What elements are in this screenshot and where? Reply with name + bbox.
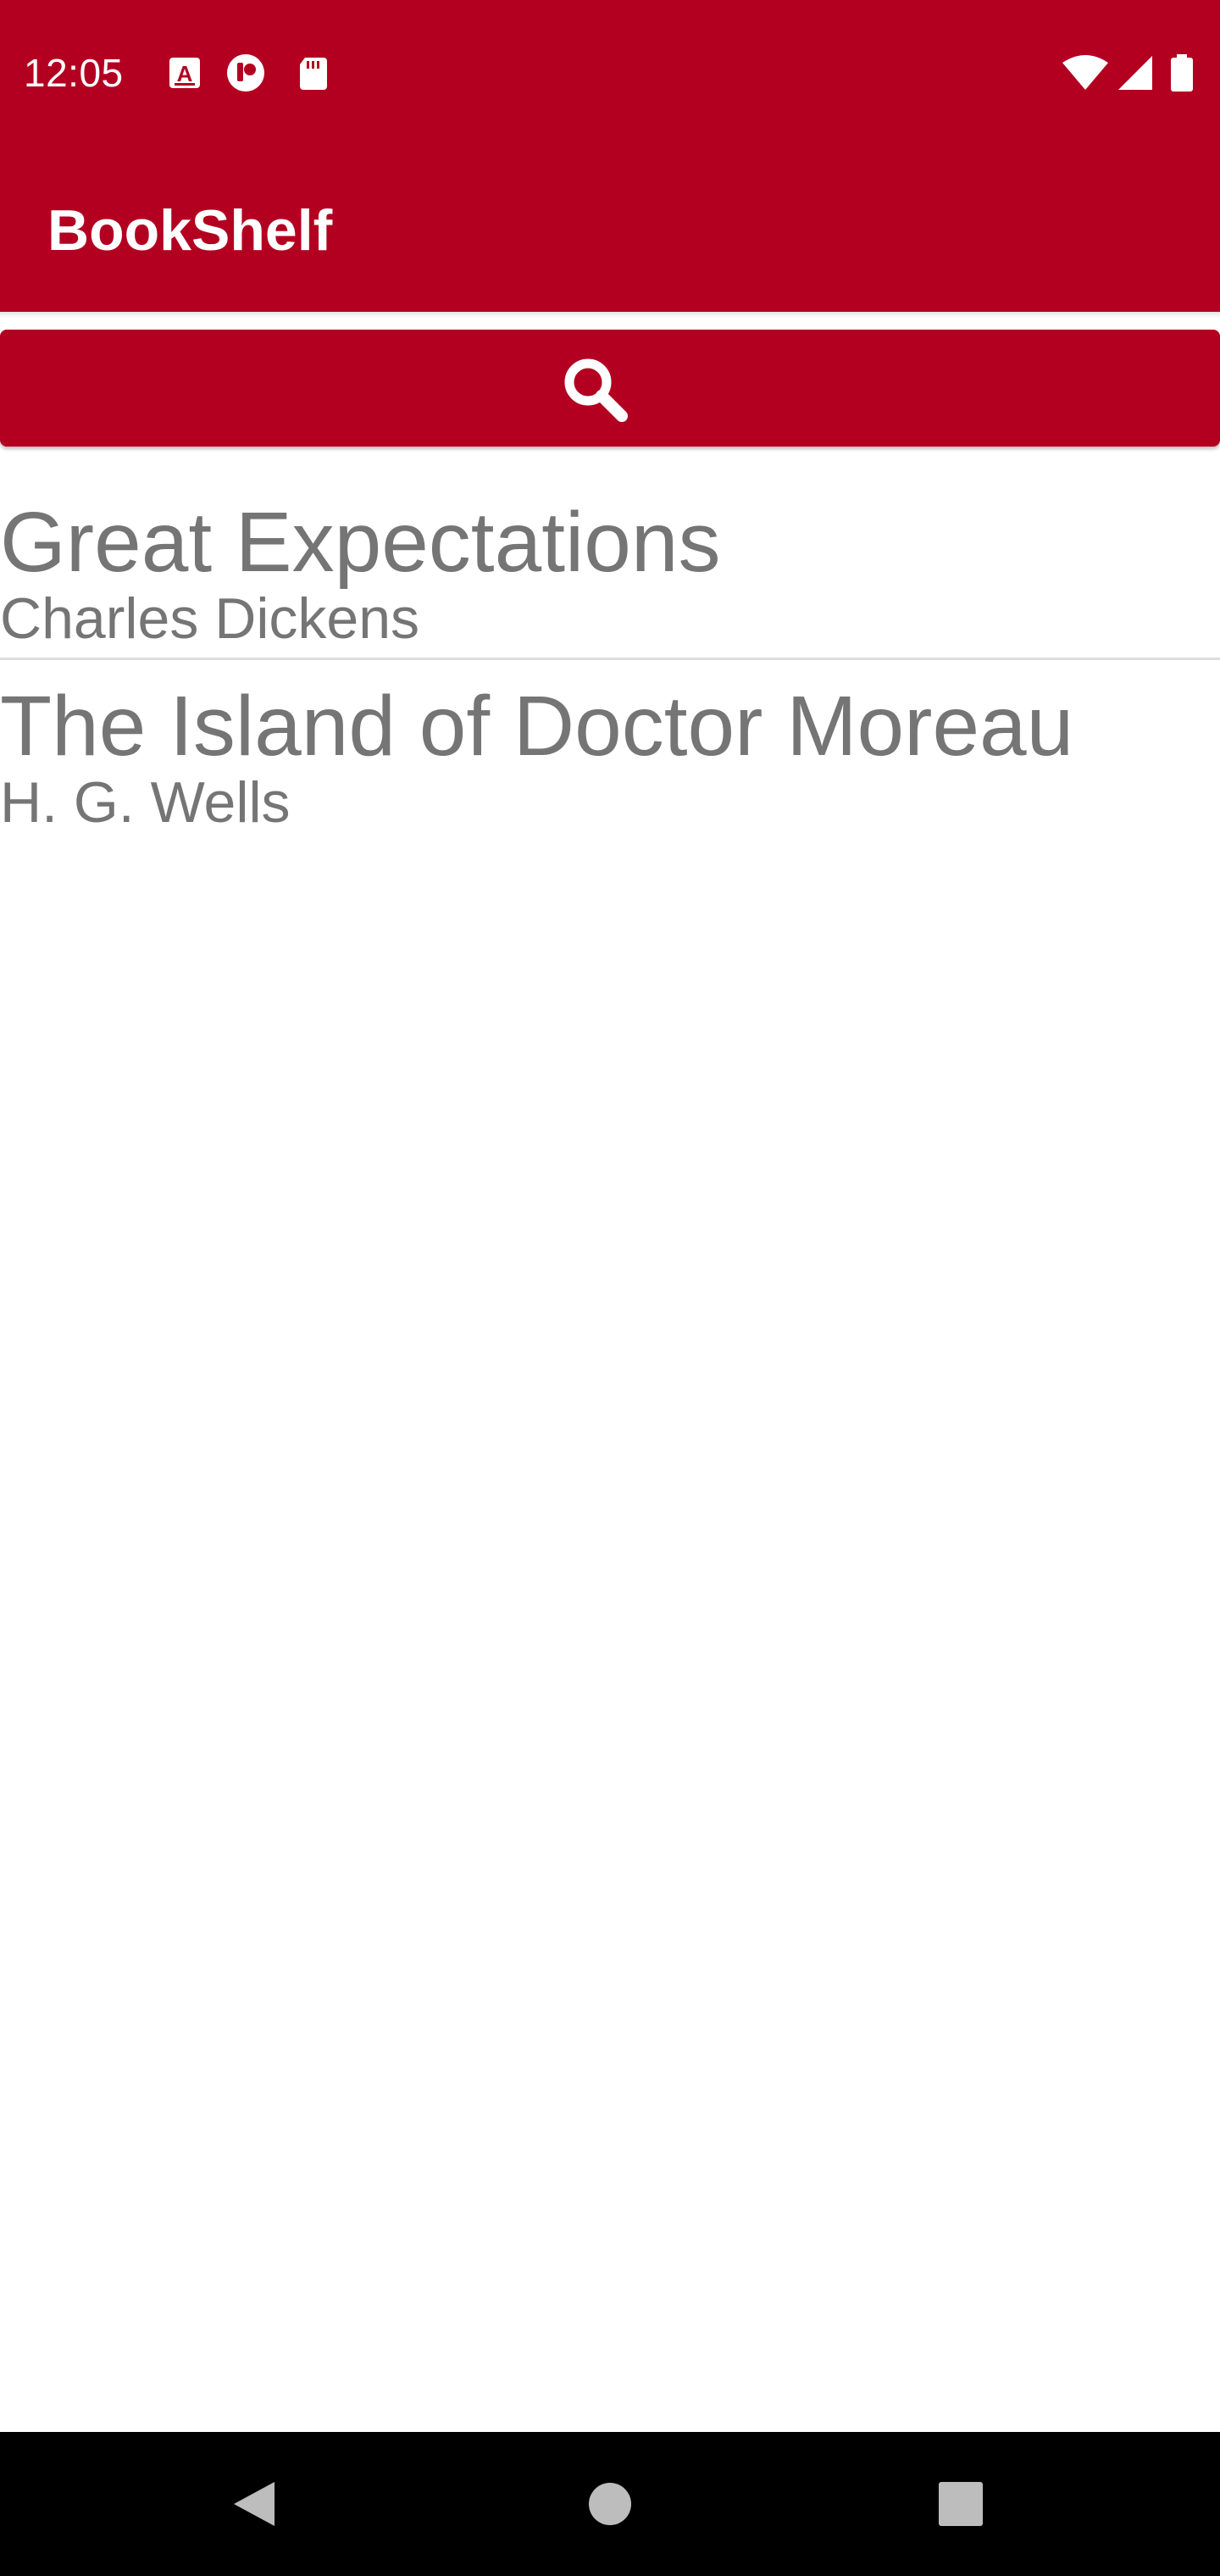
book-title: The Island of Doctor Moreau [0,679,1074,774]
book-list-item[interactable]: Great Expectations Charles Dickens [0,491,1220,658]
book-author: H. G. Wells [0,770,291,835]
search-button[interactable] [0,330,1220,447]
svg-text:A: A [177,61,193,86]
sd-card-icon [293,53,334,93]
list-divider [0,658,1220,660]
status-time: 12:05 [24,51,124,95]
back-icon[interactable] [212,2462,297,2546]
recents-icon[interactable] [918,2462,1003,2546]
system-nav-bar [0,2432,1220,2576]
home-icon[interactable] [568,2462,652,2546]
status-bar: 12:05 A [0,0,1220,146]
battery-icon [1167,53,1196,93]
toolbar-shadow [0,312,1220,319]
book-list-item[interactable]: The Island of Doctor Moreau H. G. Wells [0,675,1220,841]
pocket-casts-icon [225,53,266,93]
wifi-icon [1061,53,1110,93]
book-author: Charles Dickens [0,586,420,651]
book-list: Great Expectations Charles Dickens The I… [0,491,1220,841]
app-toolbar: BookShelf [0,146,1220,312]
cell-signal-icon [1115,53,1156,93]
book-title: Great Expectations [0,495,721,590]
app-title: BookShelf [47,198,333,263]
a-notification-icon: A [164,53,205,93]
search-icon [557,352,634,428]
